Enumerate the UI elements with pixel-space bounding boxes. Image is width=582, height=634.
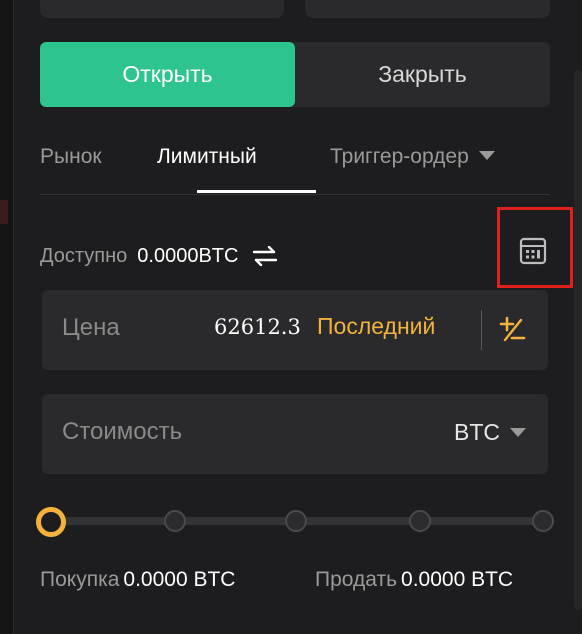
- tab-market-label: Рынок: [40, 145, 102, 168]
- close-button[interactable]: Закрыть: [295, 42, 550, 107]
- top-field-left[interactable]: [40, 0, 284, 18]
- tab-trigger-label: Триггер-ордер: [330, 145, 469, 168]
- buy-value: 0.0000 BTC: [123, 568, 236, 591]
- top-fields-partial: [40, 0, 550, 18]
- open-close-toggle: Открыть Закрыть: [40, 42, 550, 107]
- top-field-right[interactable]: [305, 0, 550, 18]
- plus-minus-icon[interactable]: [497, 314, 527, 344]
- price-field[interactable]: Цена 62612.3 Последний: [42, 290, 548, 370]
- tab-market[interactable]: Рынок: [40, 145, 102, 169]
- cost-unit-select[interactable]: BTC: [454, 419, 526, 446]
- cost-unit-value: BTC: [454, 419, 500, 445]
- calculator-highlight: [497, 207, 573, 288]
- sell-summary: Продать 0.0000 BTC: [315, 568, 513, 592]
- open-button[interactable]: Открыть: [40, 42, 295, 107]
- price-input[interactable]: 62612.3: [214, 315, 301, 339]
- tab-limit[interactable]: Лимитный: [157, 145, 257, 169]
- slider-handle[interactable]: [36, 507, 66, 537]
- available-balance: Доступно 0.0000BTC: [40, 242, 278, 270]
- tab-limit-label: Лимитный: [157, 145, 257, 168]
- order-type-tabs: Рынок Лимитный Триггер-ордер: [40, 140, 550, 195]
- calculator-icon[interactable]: [519, 237, 547, 265]
- buy-label: Покупка: [40, 568, 120, 591]
- chevron-down-icon: [510, 428, 526, 437]
- active-tab-underline: [197, 190, 316, 193]
- price-label: Цена: [62, 314, 120, 341]
- left-panel-edge: [0, 0, 14, 634]
- sell-label: Продать: [315, 568, 398, 591]
- left-panel-marker: [0, 200, 8, 224]
- cost-field[interactable]: Стоимость BTC: [42, 394, 548, 474]
- amount-slider[interactable]: [36, 506, 556, 537]
- slider-step-50[interactable]: [285, 510, 307, 532]
- last-price-button[interactable]: Последний: [317, 313, 435, 340]
- slider-step-75[interactable]: [409, 510, 431, 532]
- sell-value: 0.0000 BTC: [401, 568, 514, 591]
- scrollbar[interactable]: [574, 70, 582, 610]
- slider-step-100[interactable]: [532, 510, 554, 532]
- cost-label: Стоимость: [62, 418, 183, 445]
- swap-arrows-icon[interactable]: [252, 246, 278, 266]
- available-label: Доступно: [40, 244, 128, 267]
- buy-summary: Покупка 0.0000 BTC: [40, 568, 235, 592]
- slider-step-25[interactable]: [164, 510, 186, 532]
- chevron-down-icon: [478, 150, 495, 160]
- price-field-divider: [481, 310, 482, 350]
- available-value: 0.0000BTC: [137, 244, 239, 267]
- tab-trigger-order[interactable]: Триггер-ордер: [330, 145, 495, 169]
